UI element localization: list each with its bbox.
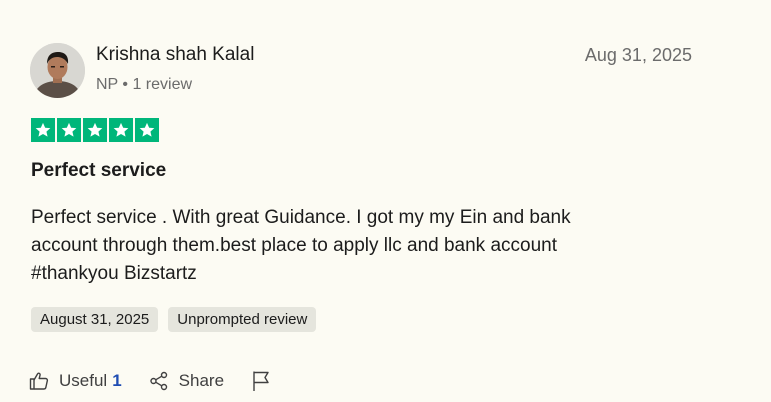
star-icon (57, 118, 81, 142)
useful-button[interactable]: Useful 1 (29, 371, 122, 391)
reviewer-meta: NP • 1 review (96, 76, 192, 94)
review-body-line: #thankyou Bizstartz (31, 263, 197, 284)
review-actions: Useful 1 Share (29, 370, 298, 392)
meta-separator: • (122, 76, 128, 93)
avatar[interactable] (30, 43, 85, 98)
reviewer-name[interactable]: Krishna shah Kalal (96, 44, 254, 66)
useful-label: Useful (59, 371, 108, 390)
experience-date-badge: August 31, 2025 (31, 307, 159, 332)
review-body: Perfect service . With great Guidance. I… (31, 204, 651, 288)
share-label: Share (178, 371, 225, 390)
star-icon (135, 118, 159, 142)
thumbs-up-icon (29, 371, 49, 391)
flag-icon (251, 370, 271, 392)
star-icon (31, 118, 55, 142)
star-icon (83, 118, 107, 142)
reviewer-country: NP (96, 76, 118, 93)
reviewer-review-count: 1 review (132, 76, 193, 93)
star-rating (31, 118, 159, 142)
unprompted-review-badge[interactable]: Unprompted review (168, 307, 317, 332)
share-button[interactable]: Share (149, 371, 224, 391)
review-title[interactable]: Perfect service (31, 160, 166, 182)
avatar-photo (30, 43, 85, 98)
review-body-line: account through them.best place to apply… (31, 235, 558, 256)
share-icon (149, 371, 169, 391)
review-date: Aug 31, 2025 (584, 45, 692, 65)
review-body-line: Perfect service . With great Guidance. I… (31, 207, 571, 228)
star-icon (109, 118, 133, 142)
review-tags: August 31, 2025 Unprompted review (31, 307, 317, 332)
useful-count: 1 (112, 371, 122, 390)
report-button[interactable] (251, 370, 271, 392)
